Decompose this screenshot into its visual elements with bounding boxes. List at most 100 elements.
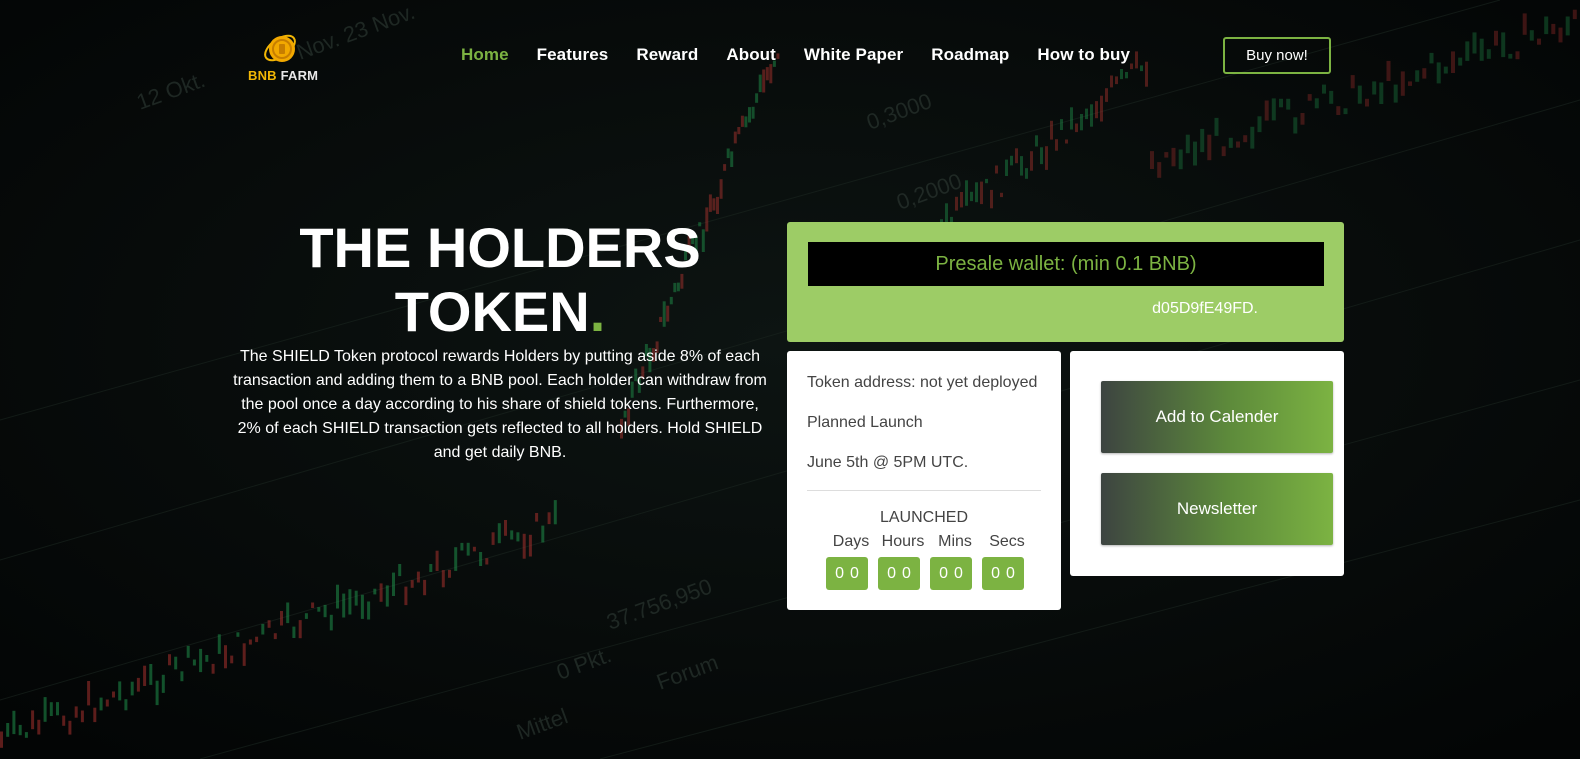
- background-candle: [1443, 66, 1448, 74]
- background-candle: [1494, 30, 1498, 46]
- background-candle: [755, 93, 759, 103]
- nav-home[interactable]: Home: [461, 45, 509, 65]
- background-candle: [37, 719, 41, 735]
- background-candle: [1293, 117, 1298, 134]
- background-candle: [1314, 98, 1319, 109]
- background-candle: [504, 520, 507, 536]
- background-candle: [1214, 117, 1219, 136]
- background-candle: [211, 663, 215, 674]
- background-candle: [1125, 72, 1128, 79]
- background-candle: [267, 620, 271, 628]
- background-candle: [1090, 104, 1093, 127]
- nav-roadmap[interactable]: Roadmap: [931, 45, 1009, 65]
- background-candle: [1070, 107, 1073, 130]
- newsletter-button[interactable]: Newsletter: [1101, 473, 1333, 545]
- background-candle: [329, 614, 333, 631]
- background-candle: [1055, 139, 1058, 151]
- background-candle: [1045, 146, 1048, 170]
- background-candle: [1030, 151, 1033, 171]
- countdown-secs: 00: [982, 557, 1024, 590]
- background-candle: [6, 723, 10, 737]
- background-candle: [1458, 57, 1463, 66]
- background-candle: [429, 564, 433, 572]
- background-candle: [955, 196, 958, 211]
- launch-status: LAUNCHED: [879, 509, 968, 526]
- background-candle: [192, 659, 196, 666]
- background-candle: [751, 106, 755, 119]
- background-candle: [744, 116, 748, 128]
- add-to-calendar-button[interactable]: Add to Calender: [1101, 381, 1333, 453]
- background-candle: [726, 148, 730, 159]
- background-candle: [87, 681, 91, 706]
- background-candle: [1105, 88, 1108, 102]
- background-candle: [317, 607, 321, 612]
- countdown-mins: 00: [930, 557, 972, 590]
- background-candle: [118, 681, 122, 701]
- buy-now-button[interactable]: Buy now!: [1223, 37, 1331, 74]
- background-candle: [1451, 51, 1455, 73]
- background-candle: [93, 707, 97, 723]
- background-candle: [1110, 75, 1113, 88]
- nav-features[interactable]: Features: [537, 45, 609, 65]
- background-candle: [762, 69, 766, 93]
- nav-about[interactable]: About: [726, 45, 776, 65]
- background-candle: [1171, 147, 1176, 167]
- background-candle: [985, 178, 988, 184]
- background-candle: [280, 611, 283, 626]
- background-candle: [960, 192, 963, 208]
- background-candle: [1015, 148, 1018, 164]
- background-candle: [0, 731, 3, 748]
- background-candle: [74, 706, 78, 718]
- background-candle: [1020, 156, 1023, 176]
- background-candle: [1040, 147, 1043, 165]
- background-candle: [975, 182, 978, 203]
- background-candle: [723, 164, 727, 171]
- launch-date: June 5th @ 5PM UTC.: [807, 454, 969, 471]
- background-candle: [248, 639, 252, 645]
- background-candle: [719, 179, 723, 199]
- background-candle: [497, 523, 501, 544]
- countdown-hours: 00: [878, 557, 920, 590]
- background-candle: [49, 702, 53, 716]
- countdown-days: 00: [826, 557, 868, 590]
- background-candle: [31, 710, 35, 730]
- background-candle: [491, 532, 495, 545]
- countdown-label-days: Days: [832, 533, 870, 550]
- background-candle: [769, 64, 773, 84]
- background-candle: [1164, 152, 1169, 158]
- nav-reward[interactable]: Reward: [636, 45, 698, 65]
- background-candle: [1271, 98, 1276, 121]
- background-candle: [336, 584, 339, 609]
- background-candle: [205, 655, 209, 662]
- background-candle: [311, 602, 315, 608]
- hero-title-line2: TOKEN: [394, 280, 590, 343]
- background-candle: [1243, 135, 1248, 143]
- background-candle: [168, 654, 171, 666]
- background-candle: [730, 151, 734, 167]
- background-candle: [373, 588, 377, 595]
- launch-info-card: Token address: not yet deployed Planned …: [787, 351, 1061, 610]
- background-candle: [1200, 128, 1205, 153]
- nav-white-paper[interactable]: White Paper: [804, 45, 903, 65]
- background-candle: [155, 680, 159, 706]
- background-candle: [1515, 51, 1520, 60]
- background-candle: [1279, 98, 1283, 108]
- background-candle: [286, 602, 290, 624]
- background-candle: [1250, 126, 1255, 149]
- background-candle: [230, 655, 234, 664]
- background-candle: [180, 671, 184, 682]
- background-candle: [1415, 70, 1420, 82]
- presale-wallet-address[interactable]: d05D9fE49FD.: [1152, 300, 1258, 318]
- brand-logo[interactable]: BNB FARM: [246, 28, 320, 86]
- background-candle: [1472, 32, 1477, 54]
- background-candle: [112, 691, 115, 698]
- nav-how-to-buy[interactable]: How to buy: [1037, 45, 1130, 65]
- background-candle: [224, 645, 227, 669]
- background-candle: [1551, 23, 1556, 35]
- background-candle: [765, 67, 769, 81]
- background-candle: [360, 594, 364, 619]
- main-nav: Home Features Reward About White Paper R…: [461, 45, 1130, 65]
- background-candle: [410, 580, 414, 588]
- background-candle: [1120, 69, 1123, 80]
- background-candle: [323, 604, 327, 618]
